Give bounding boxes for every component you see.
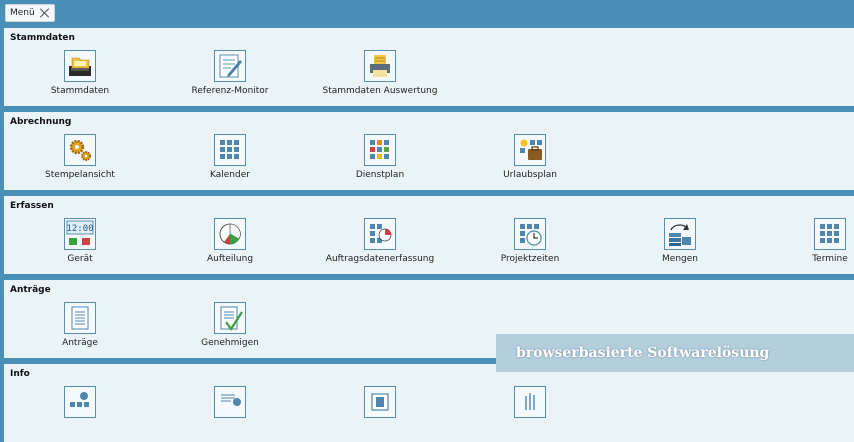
notepad-pencil-icon bbox=[214, 50, 246, 82]
hand-icon bbox=[514, 386, 546, 418]
menu-item-label: Stammdaten bbox=[50, 86, 110, 96]
menu-item-label: Stempelansicht bbox=[45, 170, 115, 180]
menu-item-label: Kalender bbox=[210, 170, 250, 180]
menu-item-info-2[interactable] bbox=[160, 386, 300, 438]
section-title: Anträge bbox=[10, 285, 51, 295]
menu-item-stammdaten[interactable]: Stammdaten bbox=[10, 50, 150, 102]
menu-item-info-1[interactable] bbox=[10, 386, 150, 438]
menu-item-label: Genehmigen bbox=[201, 338, 259, 348]
menu-item-label: Stammdaten Auswertung bbox=[322, 86, 438, 96]
menu-item-label: Anträge bbox=[62, 338, 98, 348]
menu-item-dienstplan[interactable]: Dienstplan bbox=[310, 134, 450, 186]
stack-arrow-icon bbox=[664, 218, 696, 250]
tab-bar: Menü bbox=[0, 0, 854, 27]
tab-menu[interactable]: Menü bbox=[5, 4, 55, 22]
section-title: Abrechnung bbox=[10, 117, 72, 127]
menu-item-referenz-monitor[interactable]: Referenz-Monitor bbox=[160, 50, 300, 102]
section-title: Stammdaten bbox=[10, 33, 75, 43]
building-icon bbox=[364, 386, 396, 418]
document-icon bbox=[64, 302, 96, 334]
grid-pie-icon bbox=[364, 218, 396, 250]
tab-label: Menü bbox=[10, 8, 35, 18]
calendar-grid-icon bbox=[814, 218, 846, 250]
promo-banner: browserbasierte Softwarelösung bbox=[496, 334, 854, 372]
menu-item-label: Auftragsdatenerfassung bbox=[325, 254, 435, 264]
section-info: Info bbox=[4, 364, 854, 442]
grid-clock-icon bbox=[514, 218, 546, 250]
menu-item-label: Projektzeiten bbox=[500, 254, 560, 264]
menu-item-label: Urlaubsplan bbox=[503, 170, 557, 180]
close-icon[interactable] bbox=[40, 8, 50, 18]
terminal-clock-icon: 12:00 bbox=[64, 218, 96, 250]
colored-grid-icon bbox=[364, 134, 396, 166]
menu-item-stammdaten-auswertung[interactable]: Stammdaten Auswertung bbox=[310, 50, 450, 102]
clock-readout: 12:00 bbox=[66, 224, 93, 234]
menu-item-label: Dienstplan bbox=[355, 170, 405, 180]
menu-item-auftragsdatenerfassung[interactable]: Auftragsdatenerfassung bbox=[310, 218, 450, 270]
menu-item-genehmigen[interactable]: Genehmigen bbox=[160, 302, 300, 354]
menu-item-stempelansicht[interactable]: Stempelansicht bbox=[10, 134, 150, 186]
menu-item-projektzeiten[interactable]: Projektzeiten bbox=[460, 218, 600, 270]
calendar-grid-icon bbox=[214, 134, 246, 166]
people-icon bbox=[64, 386, 96, 418]
folder-drawer-icon bbox=[64, 50, 96, 82]
menu-item-urlaubsplan[interactable]: Urlaubsplan bbox=[460, 134, 600, 186]
printer-icon bbox=[364, 50, 396, 82]
menu-item-geraet[interactable]: 12:00 Gerät bbox=[10, 218, 150, 270]
document-person-icon bbox=[214, 386, 246, 418]
gears-icon bbox=[64, 134, 96, 166]
menu-item-label: Referenz-Monitor bbox=[191, 86, 269, 96]
section-abrechnung: Abrechnung Stempelansicht Kalender Diens… bbox=[4, 112, 854, 190]
section-stammdaten: Stammdaten Stammdaten Referenz-Monitor S… bbox=[4, 28, 854, 106]
menu-item-label: Gerät bbox=[67, 254, 93, 264]
menu-item-label: Mengen bbox=[662, 254, 698, 264]
menu-item-antraege[interactable]: Anträge bbox=[10, 302, 150, 354]
menu-item-label: Termine bbox=[812, 254, 848, 264]
menu-item-label: Aufteilung bbox=[206, 254, 254, 264]
section-erfassen: Erfassen 12:00 Gerät Aufteilung Auftrags… bbox=[4, 196, 854, 274]
menu-item-mengen[interactable]: Mengen bbox=[610, 218, 750, 270]
pie-chart-icon bbox=[214, 218, 246, 250]
banner-text: browserbasierte Softwarelösung bbox=[516, 345, 770, 361]
section-title: Info bbox=[10, 369, 30, 379]
document-check-icon bbox=[214, 302, 246, 334]
menu-item-info-3[interactable] bbox=[310, 386, 450, 438]
menu-item-termine[interactable]: Termine bbox=[760, 218, 854, 270]
vacation-icon bbox=[514, 134, 546, 166]
menu-item-kalender[interactable]: Kalender bbox=[160, 134, 300, 186]
menu-item-aufteilung[interactable]: Aufteilung bbox=[160, 218, 300, 270]
menu-item-info-4[interactable] bbox=[460, 386, 600, 438]
section-title: Erfassen bbox=[10, 201, 54, 211]
